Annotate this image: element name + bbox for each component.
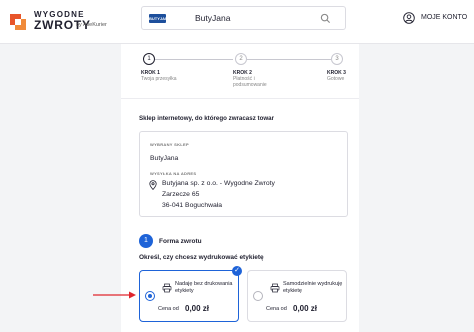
search-icon[interactable] [320,13,331,24]
step-2-subtitle: Płatność i podsumowanie [233,76,267,88]
radio-self-print[interactable] [253,291,263,301]
step-1-subtitle: Twoja przesyłka [141,76,177,82]
annotation-arrow-icon [93,291,136,299]
price-value: 0,00 zł [185,304,210,313]
label-question: Określ, czy chcesz wydrukować etykietę [139,254,264,261]
form-title: Forma zwrotu [159,238,202,245]
section-divider [121,98,359,99]
form-step-badge: 1 [139,234,153,248]
printer-icon [162,283,172,293]
step-2-circle: 2 [235,53,247,65]
my-account-label: MOJE KONTO [421,14,468,21]
step-3-circle: 3 [331,53,343,65]
address-line-1: Butyjana sp. z o.o. - Wygodne Zwroty [162,180,275,187]
stepper-connector [247,59,331,60]
option-no-print[interactable]: Nadaję bez drukowania etykiety Cena od 0… [139,270,239,322]
shop-brand-logo: BUTYJANA [149,14,171,23]
price-value: 0,00 zł [293,304,318,313]
shop-name: ButyJana [150,155,179,162]
user-icon [403,12,415,24]
radio-no-print[interactable] [145,291,155,301]
return-form-card: 1 KROK 1 Twoja przesyłka 2 KROK 2 Płatno… [121,44,359,332]
option-no-print-label: Nadaję bez drukowania etykiety [175,281,233,294]
selected-shop-label: WYBRANY SKLEP [150,142,189,147]
step-1-circle: 1 [143,53,155,65]
shop-search-input[interactable]: BUTYJANA ButyJana [141,6,346,30]
my-account-link[interactable]: MOJE KONTO [403,12,473,26]
top-header: WYGODNE ZWROTY by AlleKurier BUTYJANA Bu… [0,0,474,44]
price-label: Cena od [158,306,179,312]
address-line-2: Zarzecze 65 [162,191,200,198]
address-line-3: 36-041 Boguchwała [162,202,223,209]
location-pin-icon [149,180,157,190]
logo-icon[interactable] [7,11,29,33]
step-3-subtitle: Gotowe [327,76,345,82]
selected-shop-box: WYBRANY SKLEP ButyJana WYSYŁKA NA ADRES … [139,131,348,217]
search-value: ButyJana [195,13,231,23]
option-self-print-label: Samodzielnie wydrukuję etykietę [283,281,343,294]
printer-icon [270,283,280,293]
stepper-connector [155,59,233,60]
logo-byline: by AlleKurier [76,22,107,28]
ship-address-label: WYSYŁKA NA ADRES [150,171,197,176]
price-label: Cena od [266,306,287,312]
selected-check-icon: ✓ [232,266,242,276]
option-self-print[interactable]: Samodzielnie wydrukuję etykietę Cena od … [247,270,347,322]
shop-section-title: Sklep internetowy, do którego zwracasz t… [139,115,275,122]
